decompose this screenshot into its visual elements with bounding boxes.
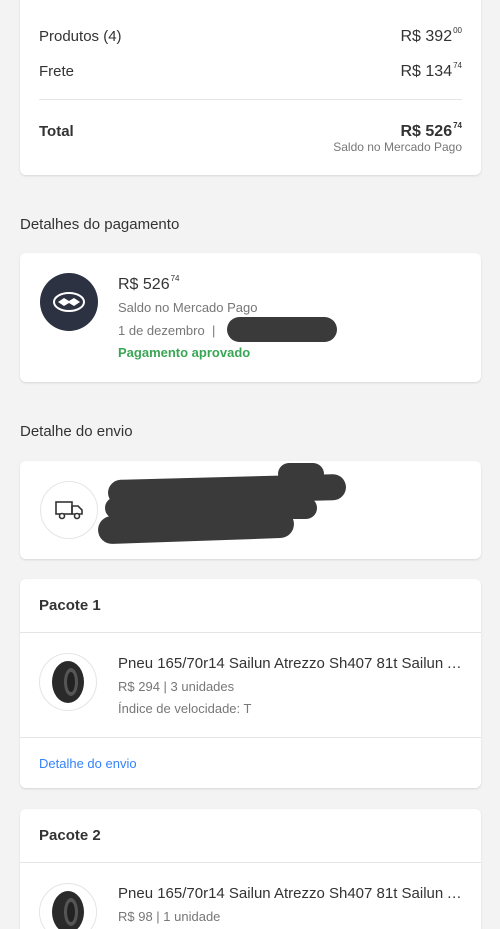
payment-amount: R$ 52674 — [118, 274, 180, 293]
total-price: R$ 52674 — [400, 121, 463, 140]
shipping-row: Frete R$ 13474 — [39, 61, 462, 81]
products-price: R$ 39200 — [400, 26, 463, 45]
package-card-2: Pacote 2 Pneu 165/70r14 Sailun Atrezzo S… — [20, 809, 481, 929]
payment-date: 1 de dezembro | — [118, 323, 216, 338]
package-title: Pacote 1 — [39, 597, 101, 614]
product-price: R$ 98 | 1 unidade — [118, 909, 221, 924]
divider — [20, 737, 481, 738]
product-price: R$ 294 | 3 unidades — [118, 679, 235, 694]
handshake-icon — [53, 292, 85, 312]
product-name[interactable]: Pneu 165/70r14 Sailun Atrezzo Sh407 81t … — [118, 655, 462, 672]
truck-icon — [55, 501, 83, 520]
tire-icon — [52, 891, 84, 929]
product-thumbnail[interactable] — [39, 883, 97, 929]
product-detail: Índice de velocidade: T — [118, 701, 252, 716]
shipping-price: R$ 13474 — [400, 61, 463, 80]
divider — [20, 632, 481, 633]
mercado-pago-logo — [40, 273, 98, 331]
total-label: Total — [39, 123, 74, 140]
package-title: Pacote 2 — [39, 827, 101, 844]
shipping-detail-link[interactable]: Detalhe do envio — [39, 756, 137, 771]
shipping-section-title: Detalhe do envio — [20, 423, 133, 440]
shipping-label: Frete — [39, 63, 75, 80]
total-row: Total R$ 52674 — [39, 121, 462, 141]
payment-section-title: Detalhes do pagamento — [20, 216, 180, 233]
shipping-card[interactable] — [20, 461, 481, 559]
truck-icon-container — [40, 481, 98, 539]
divider — [20, 862, 481, 863]
product-name[interactable]: Pneu 165/70r14 Sailun Atrezzo Sh407 81t … — [118, 885, 462, 902]
payment-status: Pagamento aprovado — [118, 345, 251, 360]
redacted-block — [97, 509, 295, 545]
products-row: Produtos (4) R$ 39200 — [39, 26, 462, 46]
products-label: Produtos (4) — [39, 28, 122, 45]
package-card-1: Pacote 1 Pneu 165/70r14 Sailun Atrezzo S… — [20, 579, 481, 788]
redacted-block — [227, 317, 337, 342]
payment-method: Saldo no Mercado Pago — [118, 300, 258, 315]
tire-icon — [52, 661, 84, 703]
payment-card[interactable]: R$ 52674 Saldo no Mercado Pago 1 de deze… — [20, 253, 481, 382]
product-thumbnail[interactable] — [39, 653, 97, 711]
redacted-block — [278, 463, 324, 485]
divider — [39, 99, 462, 100]
total-payment-method: Saldo no Mercado Pago — [333, 140, 462, 154]
order-summary-card: Produtos (4) R$ 39200 Frete R$ 13474 Tot… — [20, 0, 481, 175]
